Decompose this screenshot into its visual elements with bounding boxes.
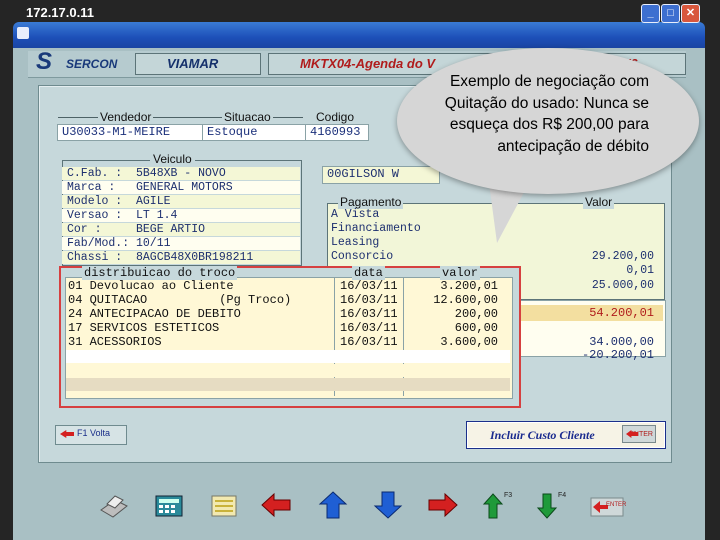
pagamento-row[interactable]: Consorcio 29.200,00: [328, 250, 662, 264]
pagamento-value: 29.200,00: [591, 250, 654, 263]
veiculo-row-value: GENERAL MOTORS: [136, 181, 233, 194]
veiculo-row-value: LT 1.4: [136, 209, 178, 222]
pagamento-name: Leasing: [331, 236, 380, 249]
page-down-icon[interactable]: F4: [536, 490, 570, 520]
valor-col-header: valor: [440, 266, 481, 280]
vendedor-field[interactable]: U30033-M1-MEIRE: [57, 124, 203, 141]
situacao-field[interactable]: Estoque: [202, 124, 306, 141]
veiculo-row-label: Cor :: [67, 223, 102, 236]
empty-row[interactable]: [66, 378, 510, 391]
row-description: 01 Devolucao ao Cliente: [68, 279, 234, 293]
app-icon: [17, 27, 29, 39]
title-bar: [13, 22, 705, 48]
situacao-label: Situacao: [222, 110, 273, 124]
veiculo-row-label: Versao :: [67, 209, 123, 222]
cliente-field[interactable]: 00GILSON W: [322, 166, 440, 184]
close-button[interactable]: ✕: [681, 4, 700, 23]
key-hint-label: F4: [558, 492, 567, 499]
enter-label: ENTER: [606, 502, 627, 508]
empty-row[interactable]: [66, 350, 510, 363]
veiculo-row-label: C.Fab. :: [67, 167, 123, 180]
arrow-left-icon[interactable]: [260, 490, 294, 520]
veiculo-row: Fab/Mod.: 10/11: [62, 237, 300, 250]
summary-value-2: -20.200,01: [581, 348, 654, 362]
window-title: 172.17.0.11: [26, 5, 94, 20]
veiculo-row: Marca : GENERAL MOTORS: [62, 181, 300, 194]
minimize-button[interactable]: _: [641, 4, 660, 23]
pagamento-value: 0,01: [626, 264, 654, 277]
row-value: 3.600,00: [440, 335, 498, 349]
calculator-icon[interactable]: [152, 490, 186, 520]
screen-title: MKTX04-Agenda do V: [300, 56, 436, 71]
veiculo-row-value: 10/11: [136, 237, 171, 250]
table-row[interactable]: 31 ACESSORIOS 16/03/11 3.600,00: [66, 335, 510, 349]
veiculo-row-value: AGILE: [136, 195, 171, 208]
data-header: data: [352, 266, 385, 280]
valor-header: Valor: [583, 195, 615, 209]
list-icon[interactable]: [207, 490, 241, 520]
pagamento-name: Financiamento: [331, 222, 421, 235]
table-row[interactable]: 24 ANTECIPACAO DE DEBITO 16/03/11 200,00: [66, 307, 510, 321]
veiculo-row-label: Modelo :: [67, 195, 123, 208]
pagamento-name: Consorcio: [331, 250, 394, 263]
incluir-custo-label: Incluir Custo Cliente: [490, 428, 595, 442]
row-description: 31 ACESSORIOS: [68, 335, 162, 349]
enter-icon[interactable]: ENTER: [590, 490, 627, 520]
distribuicao-title: distribuicao do troco: [82, 266, 238, 280]
row-value: 12.600,00: [433, 293, 498, 307]
row-description: 24 ANTECIPACAO DE DEBITO: [68, 307, 241, 321]
table-row[interactable]: 01 Devolucao ao Cliente 16/03/11 3.200,0…: [66, 279, 510, 293]
arrow-down-icon[interactable]: [371, 490, 405, 520]
veiculo-row: C.Fab. : 5B48XB - NOVO: [62, 167, 300, 180]
codigo-field[interactable]: 4160993: [305, 124, 369, 141]
veiculo-row: Cor : BEGE ARTIO: [62, 223, 300, 236]
print-icon[interactable]: [97, 490, 131, 520]
maximize-button[interactable]: □: [661, 4, 680, 23]
summary-value-1: 34.000,00: [589, 335, 654, 349]
company-name: VIAMAR: [167, 56, 219, 71]
row-date: 16/03/11: [340, 321, 398, 335]
veiculo-row-value: 8AGCB48X0BR198211: [136, 251, 254, 264]
key-hint-label: F3: [504, 492, 513, 499]
pagamento-name: A Vista: [331, 208, 380, 221]
arrow-right-icon[interactable]: [425, 490, 459, 520]
table-row[interactable]: 04 QUITACAO (Pg Troco) 16/03/11 12.600,0…: [66, 293, 510, 307]
pagamento-value: 25.000,00: [591, 279, 654, 292]
row-date: 16/03/11: [340, 335, 398, 349]
row-description: 17 SERVICOS ESTETICOS: [68, 321, 220, 335]
veiculo-row-value: 5B48XB - NOVO: [136, 167, 226, 180]
veiculo-row-label: Marca :: [67, 181, 116, 194]
table-row[interactable]: 17 SERVICOS ESTETICOS 16/03/11 600,00: [66, 321, 510, 335]
veiculo-row: Modelo : AGILE: [62, 195, 300, 208]
callout-text: Exemplo de negociação com Quitação do us…: [444, 73, 649, 155]
veiculo-row-value: BEGE ARTIO: [136, 223, 206, 236]
row-date: 16/03/11: [340, 279, 398, 293]
sercon-logo-icon: S: [36, 48, 53, 75]
codigo-label: Codigo: [314, 110, 357, 124]
veiculo-row-label: Chassi :: [67, 251, 123, 264]
f1-back-label: F1 Volta: [77, 428, 111, 438]
vendedor-label: Vendedor: [98, 110, 154, 124]
pagamento-title: Pagamento: [338, 195, 404, 209]
arrow-up-icon[interactable]: [316, 490, 350, 520]
row-date: 16/03/11: [340, 293, 398, 307]
veiculo-title: Veiculo: [150, 152, 195, 166]
empty-row[interactable]: [66, 364, 510, 377]
row-value: 3.200,01: [440, 279, 498, 293]
summary-total: 54.200,01: [589, 306, 654, 320]
row-description: 04 QUITACAO (Pg Troco): [68, 293, 292, 307]
page-up-icon[interactable]: F3: [482, 490, 516, 520]
veiculo-row: Versao : LT 1.4: [62, 209, 300, 222]
veiculo-row-label: Fab/Mod.:: [67, 237, 130, 250]
row-date: 16/03/11: [340, 307, 398, 321]
sercon-logo-text: SERCON: [66, 57, 118, 71]
row-value: 600,00: [454, 321, 498, 335]
row-value: 200,00: [454, 307, 498, 321]
veiculo-row: Chassi : 8AGCB48X0BR198211: [62, 251, 300, 264]
